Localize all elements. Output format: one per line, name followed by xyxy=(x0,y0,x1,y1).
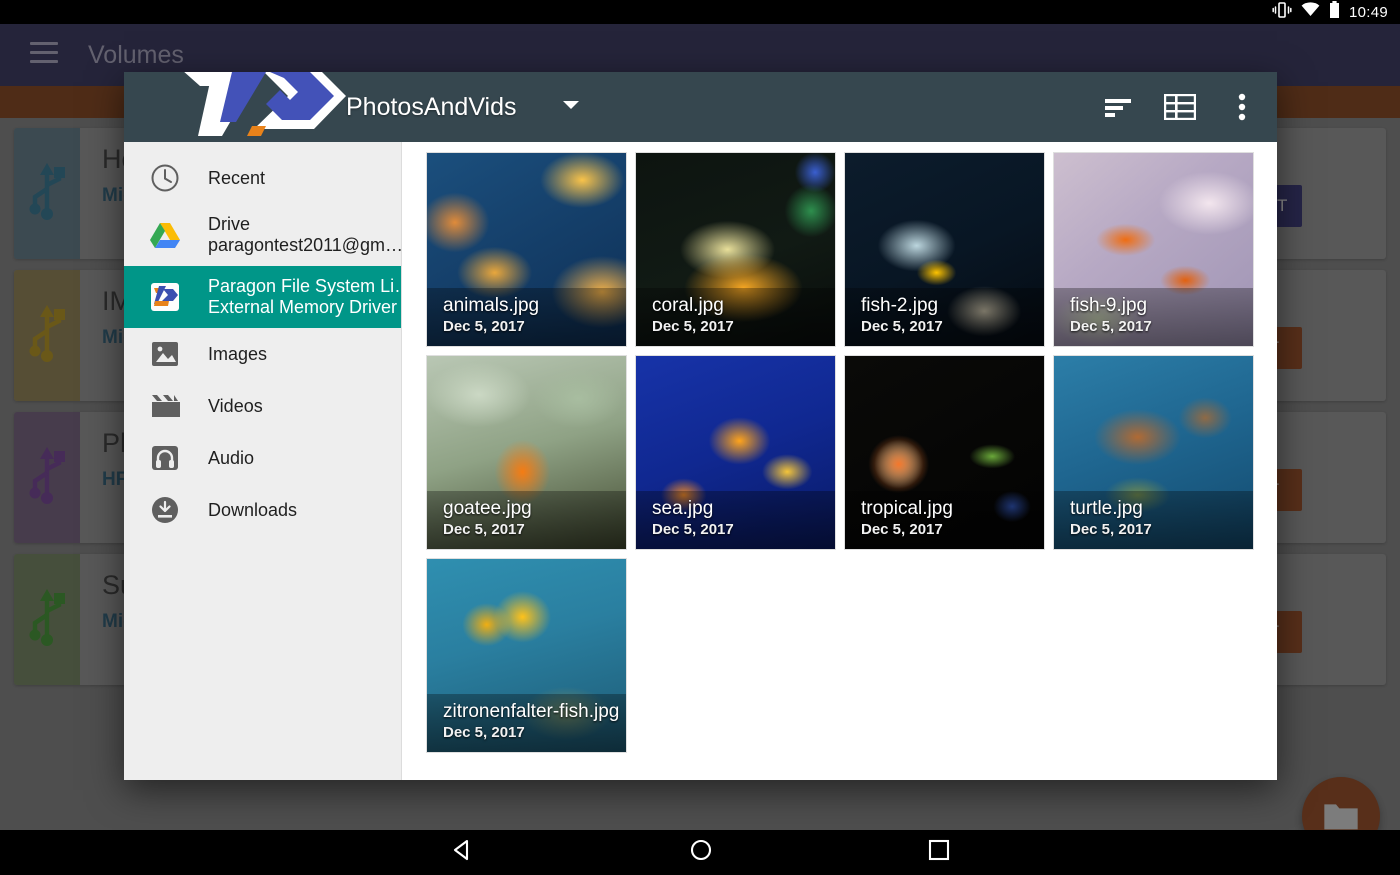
sidebar-item-drive[interactable]: Drive paragontest2011@gm… xyxy=(124,204,401,266)
file-thumbnail[interactable]: fish-9.jpg Dec 5, 2017 xyxy=(1053,152,1254,347)
dialog-sidebar: Recent Drive paragontest2011@gm… Paragon… xyxy=(124,142,402,780)
navigation-bar xyxy=(0,830,1400,875)
file-date: Dec 5, 2017 xyxy=(861,521,1044,538)
sidebar-item-label: Drive xyxy=(208,214,401,235)
sidebar-item-label: Videos xyxy=(208,396,263,417)
file-date: Dec 5, 2017 xyxy=(443,521,626,538)
status-bar: 10:49 xyxy=(0,0,1400,24)
file-grid: animals.jpg Dec 5, 2017 coral.jpg Dec 5,… xyxy=(402,142,1277,780)
sidebar-item-label: Images xyxy=(208,344,267,365)
image-icon xyxy=(146,340,184,368)
paragon-logo xyxy=(176,72,361,136)
file-name: tropical.jpg xyxy=(861,497,1044,521)
file-thumbnail[interactable]: animals.jpg Dec 5, 2017 xyxy=(426,152,627,347)
file-name: turtle.jpg xyxy=(1070,497,1253,521)
sidebar-item-videos[interactable]: Videos xyxy=(124,380,401,432)
file-name: animals.jpg xyxy=(443,294,626,318)
file-name: goatee.jpg xyxy=(443,497,626,521)
google-drive-icon xyxy=(146,222,184,249)
sidebar-item-images[interactable]: Images xyxy=(124,328,401,380)
file-thumbnail[interactable]: turtle.jpg Dec 5, 2017 xyxy=(1053,355,1254,550)
sidebar-item-sublabel: External Memory Driver xyxy=(208,297,401,318)
file-thumbnail[interactable]: zitronenfalter-fish.jpg Dec 5, 2017 xyxy=(426,558,627,753)
sidebar-item-label: Recent xyxy=(208,168,265,189)
chevron-down-icon[interactable] xyxy=(561,98,581,116)
wifi-icon xyxy=(1301,2,1320,22)
vibrate-icon xyxy=(1272,2,1292,23)
sidebar-item-label: Paragon File System Li… xyxy=(208,276,401,297)
file-thumbnail[interactable]: sea.jpg Dec 5, 2017 xyxy=(635,355,836,550)
file-date: Dec 5, 2017 xyxy=(1070,521,1253,538)
grid-view-icon[interactable] xyxy=(1163,90,1197,124)
file-name: sea.jpg xyxy=(652,497,835,521)
sidebar-item-recent[interactable]: Recent xyxy=(124,152,401,204)
file-thumbnail[interactable]: goatee.jpg Dec 5, 2017 xyxy=(426,355,627,550)
audio-icon xyxy=(146,444,184,472)
android-screen: 10:49 Volumes Hous Micros 983.0 MB UNMOU… xyxy=(0,0,1400,875)
video-icon xyxy=(146,393,184,419)
download-icon xyxy=(146,495,184,525)
status-bar-clock: 10:49 xyxy=(1349,4,1388,21)
file-name: fish-2.jpg xyxy=(861,294,1044,318)
file-thumbnail[interactable]: coral.jpg Dec 5, 2017 xyxy=(635,152,836,347)
file-date: Dec 5, 2017 xyxy=(443,724,626,741)
sort-icon[interactable] xyxy=(1101,90,1135,124)
overflow-menu-icon[interactable] xyxy=(1225,90,1259,124)
file-name: zitronenfalter-fish.jpg xyxy=(443,700,626,724)
sidebar-item-sublabel: paragontest2011@gm… xyxy=(208,235,401,256)
file-picker-dialog: PhotosAndVids Recent xyxy=(124,72,1277,780)
file-date: Dec 5, 2017 xyxy=(652,521,835,538)
home-icon[interactable] xyxy=(689,838,713,867)
sidebar-item-audio[interactable]: Audio xyxy=(124,432,401,484)
file-date: Dec 5, 2017 xyxy=(652,318,835,335)
sidebar-item-label: Downloads xyxy=(208,500,297,521)
file-name: coral.jpg xyxy=(652,294,835,318)
back-icon[interactable] xyxy=(450,838,474,867)
sidebar-item-label: Audio xyxy=(208,448,254,469)
file-date: Dec 5, 2017 xyxy=(443,318,626,335)
clock-icon xyxy=(146,163,184,193)
file-thumbnail[interactable]: tropical.jpg Dec 5, 2017 xyxy=(844,355,1045,550)
sidebar-item-downloads[interactable]: Downloads xyxy=(124,484,401,536)
file-date: Dec 5, 2017 xyxy=(861,318,1044,335)
file-thumbnail[interactable]: fish-2.jpg Dec 5, 2017 xyxy=(844,152,1045,347)
sidebar-item-paragon-file-system-li[interactable]: Paragon File System Li… External Memory … xyxy=(124,266,401,328)
battery-icon xyxy=(1329,1,1340,23)
recents-icon[interactable] xyxy=(928,839,950,866)
dialog-header: PhotosAndVids xyxy=(124,72,1277,142)
paragon-app-icon xyxy=(146,282,184,312)
dialog-title: PhotosAndVids xyxy=(346,93,517,122)
file-name: fish-9.jpg xyxy=(1070,294,1253,318)
file-date: Dec 5, 2017 xyxy=(1070,318,1253,335)
file-grid-items: animals.jpg Dec 5, 2017 coral.jpg Dec 5,… xyxy=(426,152,1277,753)
